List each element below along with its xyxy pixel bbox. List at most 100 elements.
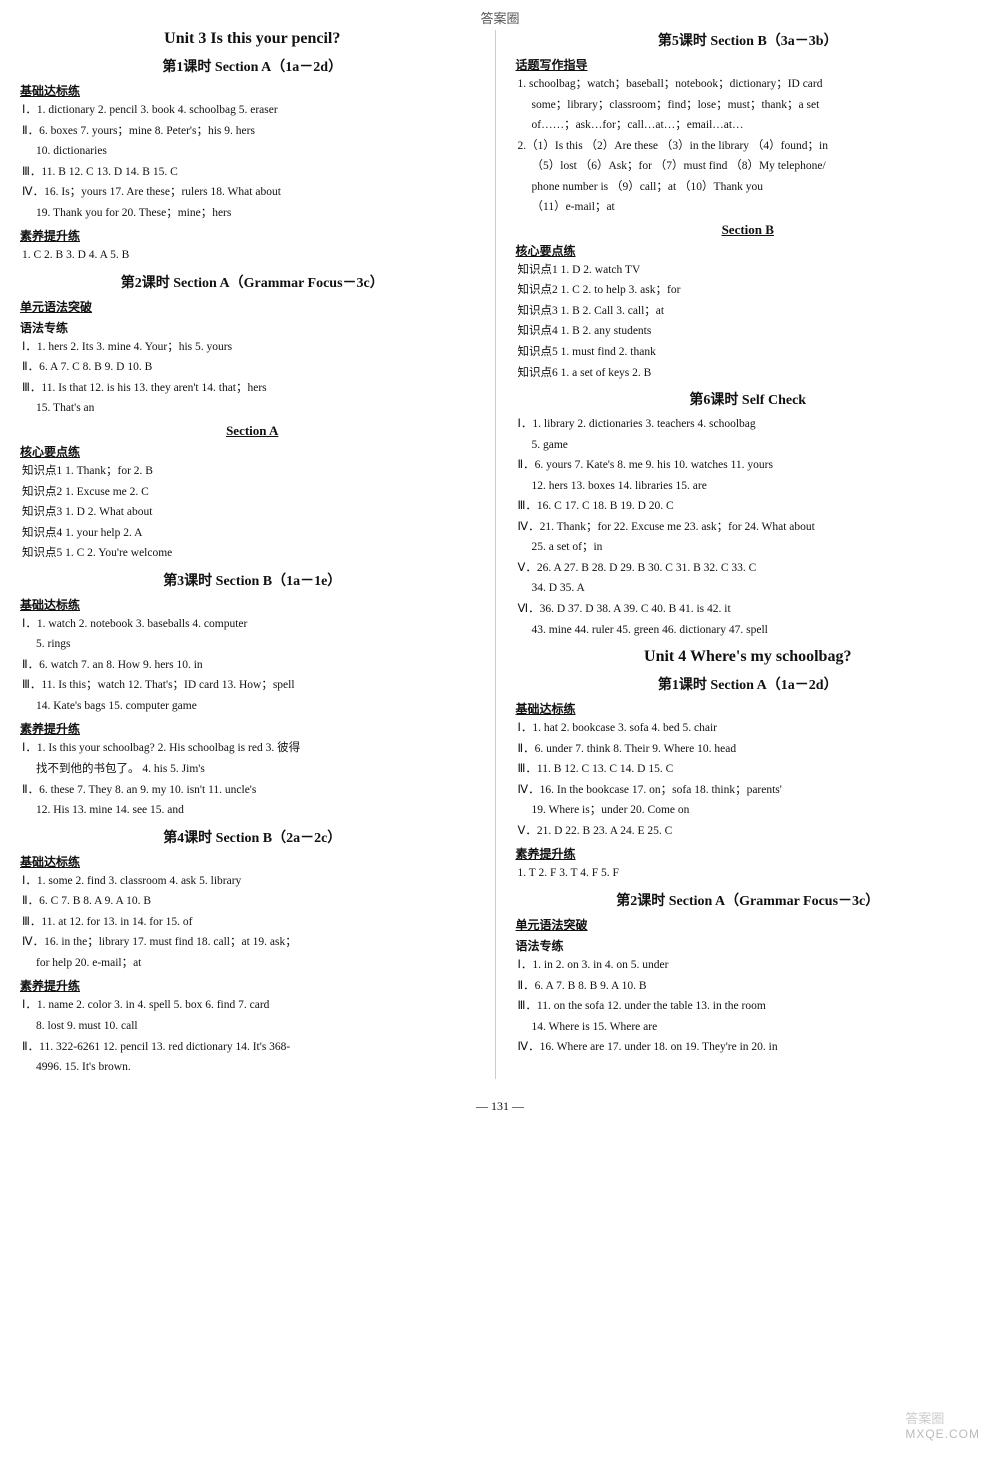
lesson5-title: 第5课时 Section B（3a－3b） bbox=[516, 30, 981, 50]
lesson2-s1-sub: 语法专练 bbox=[20, 319, 485, 336]
l3s2-item1: 找不到他的书包了。 4. his 5. Jim's bbox=[20, 760, 485, 780]
r5s2-item4: 知识点5 1. must find 2. thank bbox=[516, 343, 981, 363]
l2s2-item3: 知识点4 1. your help 2. A bbox=[20, 524, 485, 544]
l4s2-item3: 4996. 15. It's brown. bbox=[20, 1058, 485, 1078]
lesson3-s2-label: 素养提升练 bbox=[20, 720, 485, 737]
l4s2-item1: 8. lost 9. must 10. call bbox=[20, 1017, 485, 1037]
r6-item10: 43. mine 44. ruler 45. green 46. diction… bbox=[516, 621, 981, 641]
r6-item8: 34. D 35. A bbox=[516, 579, 981, 599]
l1s1-item1: Ⅱ．6. boxes 7. yours；mine 8. Peter's；his … bbox=[20, 122, 485, 142]
l2s1-item1: Ⅱ．6. A 7. C 8. B 9. D 10. B bbox=[20, 358, 485, 378]
r5s2-item2: 知识点3 1. B 2. Call 3. call；at bbox=[516, 302, 981, 322]
u4l1-s2-item0: 1. T 2. F 3. T 4. F 5. F bbox=[516, 864, 981, 884]
l3s2-item3: 12. His 13. mine 14. see 15. and bbox=[20, 801, 485, 821]
r6-item7: Ⅴ．26. A 27. B 28. D 29. B 30. C 31. B 32… bbox=[516, 559, 981, 579]
l3s1-item4: 14. Kate's bags 15. computer game bbox=[20, 697, 485, 717]
r6-item4: Ⅲ．16. C 17. C 18. B 19. D 20. C bbox=[516, 497, 981, 517]
lesson3-title: 第3课时 Section B（1a－1e） bbox=[20, 570, 485, 590]
l2s2-item2: 知识点3 1. D 2. What about bbox=[20, 503, 485, 523]
lesson1-section2-label: 素养提升练 bbox=[20, 227, 485, 244]
u4l2-s1-sub: 语法专练 bbox=[516, 937, 981, 954]
unit4-title: Unit 4 Where's my schoolbag? bbox=[516, 648, 981, 666]
l1s1-item2: 10. dictionaries bbox=[20, 142, 485, 162]
r5s1-item2: of……；ask…for；call…at…；email…at… bbox=[516, 116, 981, 136]
l2s2-item0: 知识点1 1. Thank；for 2. B bbox=[20, 462, 485, 482]
right-column: 第5课时 Section B（3a－3b） 话题写作指导 1. schoolba… bbox=[506, 30, 981, 1079]
u4l1-item0: Ⅰ．1. hat 2. bookcase 3. sofa 4. bed 5. c… bbox=[516, 719, 981, 739]
r5s1-item1: some；library；classroom；find；lose；must；th… bbox=[516, 96, 981, 116]
u4l1-s2-label: 素养提升练 bbox=[516, 845, 981, 862]
lesson5-s2-sub: 核心要点练 bbox=[516, 242, 981, 259]
l4s1-item1: Ⅱ．6. C 7. B 8. A 9. A 10. B bbox=[20, 892, 485, 912]
r6-item2: Ⅱ．6. yours 7. Kate's 8. me 9. his 10. wa… bbox=[516, 456, 981, 476]
r5s2-item5: 知识点6 1. a set of keys 2. B bbox=[516, 364, 981, 384]
logo: 答案圈 bbox=[480, 8, 519, 27]
l2s1-item0: Ⅰ．1. hers 2. Its 3. mine 4. Your；his 5. … bbox=[20, 338, 485, 358]
r5s2-item3: 知识点4 1. B 2. any students bbox=[516, 322, 981, 342]
lesson2-s2-label: Section A bbox=[20, 423, 485, 439]
u4l1-s1-label: 基础达标练 bbox=[516, 700, 981, 717]
left-column: Unit 3 Is this your pencil? 第1课时 Section… bbox=[20, 30, 496, 1079]
l3s1-item2: Ⅱ．6. watch 7. an 8. How 9. hers 10. in bbox=[20, 656, 485, 676]
u4l2-item4: Ⅳ．16. Where are 17. under 18. on 19. The… bbox=[516, 1038, 981, 1058]
l3s1-item0: Ⅰ．1. watch 2. notebook 3. baseballs 4. c… bbox=[20, 615, 485, 635]
u4l2-item3: 14. Where is 15. Where are bbox=[516, 1018, 981, 1038]
r5s2-item0: 知识点1 1. D 2. watch TV bbox=[516, 261, 981, 281]
u4l1-item2: Ⅲ．11. B 12. C 13. C 14. D 15. C bbox=[516, 760, 981, 780]
lesson2-s2-sub: 核心要点练 bbox=[20, 443, 485, 460]
l4s2-item0: Ⅰ．1. name 2. color 3. in 4. spell 5. box… bbox=[20, 996, 485, 1016]
r5s1-item3: 2.（1）Is this （2）Are these （3）in the libr… bbox=[516, 137, 981, 157]
r6-item3: 12. hers 13. boxes 14. libraries 15. are bbox=[516, 477, 981, 497]
u4l1-item3: Ⅳ．16. In the bookcase 17. on；sofa 18. th… bbox=[516, 781, 981, 801]
lesson5-s2-label: Section B bbox=[516, 222, 981, 238]
l4s1-item2: Ⅲ．11. at 12. for 13. in 14. for 15. of bbox=[20, 913, 485, 933]
u4l1-item4: 19. Where is；under 20. Come on bbox=[516, 801, 981, 821]
l4s1-item4: for help 20. e-mail；at bbox=[20, 954, 485, 974]
l3s2-item2: Ⅱ．6. these 7. They 8. an 9. my 10. isn't… bbox=[20, 781, 485, 801]
l1s1-item3: Ⅲ．11. B 12. C 13. D 14. B 15. C bbox=[20, 163, 485, 183]
u4l1-item1: Ⅱ．6. under 7. think 8. Their 9. Where 10… bbox=[516, 740, 981, 760]
r5s1-item5: phone number is （9）call；at （10）Thank you bbox=[516, 178, 981, 198]
watermark: 答案圈 MXQE.COM bbox=[905, 1408, 980, 1441]
l1s1-item4: Ⅳ．16. Is；yours 17. Are these；rulers 18. … bbox=[20, 183, 485, 203]
lesson2-title: 第2课时 Section A（Grammar Focus－3c） bbox=[20, 272, 485, 292]
unit4-lesson1-title: 第1课时 Section A（1a－2d） bbox=[516, 674, 981, 694]
lesson4-s1-label: 基础达标练 bbox=[20, 853, 485, 870]
l4s2-item2: Ⅱ．11. 322-6261 12. pencil 13. red dictio… bbox=[20, 1038, 485, 1058]
u4l2-s1-label: 单元语法突破 bbox=[516, 916, 981, 933]
unit4-lesson2-title: 第2课时 Section A（Grammar Focus－3c） bbox=[516, 890, 981, 910]
unit3-title: Unit 3 Is this your pencil? bbox=[20, 30, 485, 48]
r6-item0: Ⅰ．1. library 2. dictionaries 3. teachers… bbox=[516, 415, 981, 435]
l4s1-item0: Ⅰ．1. some 2. find 3. classroom 4. ask 5.… bbox=[20, 872, 485, 892]
l1s1-item5: 19. Thank you for 20. These；mine；hers bbox=[20, 204, 485, 224]
r6-item5: Ⅳ．21. Thank；for 22. Excuse me 23. ask；fo… bbox=[516, 518, 981, 538]
lesson2-s1-label: 单元语法突破 bbox=[20, 298, 485, 315]
l2s2-item4: 知识点5 1. C 2. You're welcome bbox=[20, 544, 485, 564]
l2s2-item1: 知识点2 1. Excuse me 2. C bbox=[20, 483, 485, 503]
r5s1-item6: （11）e-mail；at bbox=[516, 198, 981, 218]
lesson6-title: 第6课时 Self Check bbox=[516, 389, 981, 409]
l3s1-item1: 5. rings bbox=[20, 635, 485, 655]
l1s1-item0: Ⅰ．1. dictionary 2. pencil 3. book 4. sch… bbox=[20, 101, 485, 121]
l4s1-item3: Ⅳ．16. in the；library 17. must find 18. c… bbox=[20, 933, 485, 953]
u4l1-item5: Ⅴ．21. D 22. B 23. A 24. E 25. C bbox=[516, 822, 981, 842]
l2s1-item3: 15. That's an bbox=[20, 399, 485, 419]
r5s2-item1: 知识点2 1. C 2. to help 3. ask；for bbox=[516, 281, 981, 301]
l3s1-item3: Ⅲ．11. Is this；watch 12. That's；ID card 1… bbox=[20, 676, 485, 696]
lesson3-s1-label: 基础达标练 bbox=[20, 596, 485, 613]
r5s1-item0: 1. schoolbag；watch；baseball；notebook；dic… bbox=[516, 75, 981, 95]
r6-item9: Ⅵ．36. D 37. D 38. A 39. C 40. B 41. is 4… bbox=[516, 600, 981, 620]
lesson4-title: 第4课时 Section B（2a－2c） bbox=[20, 827, 485, 847]
l3s2-item0: Ⅰ．1. Is this your schoolbag? 2. His scho… bbox=[20, 739, 485, 759]
u4l2-item2: Ⅲ．11. on the sofa 12. under the table 13… bbox=[516, 997, 981, 1017]
u4l2-item0: Ⅰ．1. in 2. on 3. in 4. on 5. under bbox=[516, 956, 981, 976]
r5s1-item4: （5）lost （6）Ask；for （7）must find （8）My te… bbox=[516, 157, 981, 177]
lesson1-section1-label: 基础达标练 bbox=[20, 82, 485, 99]
u4l2-item1: Ⅱ．6. A 7. B 8. B 9. A 10. B bbox=[516, 977, 981, 997]
r6-item1: 5. game bbox=[516, 436, 981, 456]
l2s1-item2: Ⅲ．11. Is that 12. is his 13. they aren't… bbox=[20, 379, 485, 399]
r6-item6: 25. a set of；in bbox=[516, 538, 981, 558]
lesson1-title: 第1课时 Section A（1a－2d） bbox=[20, 56, 485, 76]
l1s2-item0: 1. C 2. B 3. D 4. A 5. B bbox=[20, 246, 485, 266]
lesson4-s2-label: 素养提升练 bbox=[20, 977, 485, 994]
